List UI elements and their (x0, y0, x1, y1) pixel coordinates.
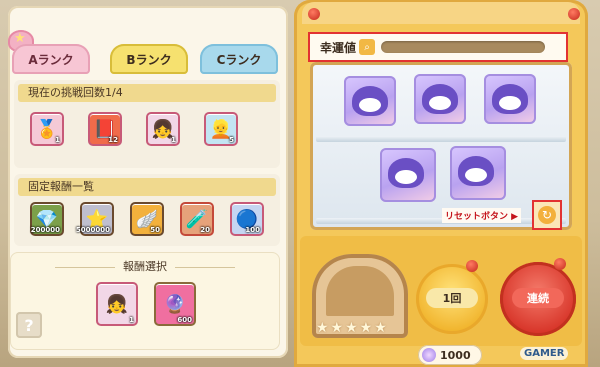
challenge-count-header: 現在の挑戦回数1/4 (18, 84, 276, 102)
single-draw-button[interactable]: 1回 (416, 264, 488, 334)
fixed-reward-item-4[interactable]: 🧪 20 (180, 202, 214, 236)
prize-hatch-door (326, 266, 394, 316)
shelf-top (316, 136, 566, 142)
fixed-rewards-section: 固定報酬一覧 💎 200000 ⭐ 5000000 🪽 50 🧪 20 🔵 10… (14, 174, 280, 246)
machine-knob-left (308, 8, 320, 20)
fixed-reward-item-2[interactable]: ⭐ 5000000 (76, 202, 114, 236)
challenge-item-4[interactable]: 👱 5 (204, 112, 238, 146)
item-count: 50 (150, 226, 160, 234)
luck-progress-track (381, 41, 546, 53)
pink-orb-icon: 🔮 (163, 293, 187, 315)
gamer-watermark: GAMER (520, 347, 569, 360)
luck-bar: 幸運値 ⌕ (308, 32, 568, 62)
machine-top (302, 2, 580, 24)
item-count: 1 (129, 316, 134, 324)
reset-button-label: リセットボタン ▶ (442, 208, 522, 223)
reset-button[interactable]: ↻ (532, 200, 562, 230)
item-count: 200000 (30, 226, 60, 234)
reward-select-item-1[interactable]: 👧 1 (96, 282, 138, 326)
hatch-stars: ★★★★★ (316, 320, 389, 336)
challenge-item-1[interactable]: 🏅 1 (30, 112, 64, 146)
item-count: 1 (55, 136, 60, 144)
button-knob-one (466, 260, 478, 272)
coin-icon (422, 348, 436, 362)
item-count: 600 (177, 316, 192, 324)
prize-card-4 (380, 148, 436, 202)
single-draw-label: 1回 (426, 288, 478, 308)
luck-label: 幸運値 (320, 40, 357, 55)
character-portrait-icon: 👧 (105, 293, 129, 315)
continuous-draw-button[interactable]: 連続 (500, 262, 576, 336)
search-icon[interactable]: ⌕ (359, 39, 376, 55)
button-knob-cont (554, 258, 566, 270)
tab-a-rank[interactable]: Aランク (12, 44, 90, 74)
machine-knob-right (568, 8, 580, 20)
currency-value: 1000 (440, 348, 471, 362)
item-count: 20 (200, 226, 210, 234)
shelf-bottom (316, 218, 566, 224)
prize-card-5 (450, 146, 506, 200)
continuous-draw-label: 連続 (512, 288, 564, 308)
reward-select-title: 報酬選択 (10, 258, 280, 274)
fixed-reward-item-5[interactable]: 🔵 100 (230, 202, 264, 236)
prize-card-3 (484, 74, 536, 124)
fixed-rewards-header: 固定報酬一覧 (18, 178, 276, 196)
reward-select-item-2[interactable]: 🔮 600 (154, 282, 196, 326)
fixed-reward-item-1[interactable]: 💎 200000 (30, 202, 64, 236)
reward-select-box: 報酬選択 👧 1 🔮 600 (10, 252, 280, 350)
prize-card-1 (344, 76, 396, 126)
currency-display: 1000 (418, 345, 482, 365)
item-count: 12 (108, 136, 118, 144)
tab-c-rank[interactable]: Cランク (200, 44, 278, 74)
challenge-section: 現在の挑戦回数1/4 🏅 1 📕 12 👧 1 👱 5 (14, 80, 280, 168)
tab-b-rank[interactable]: Bランク (110, 44, 188, 74)
help-button[interactable]: ? (16, 312, 42, 338)
prize-card-2 (414, 74, 466, 124)
item-count: 1 (171, 136, 176, 144)
item-count: 5000000 (75, 226, 110, 234)
challenge-item-3[interactable]: 👧 1 (146, 112, 180, 146)
item-count: 100 (245, 226, 260, 234)
item-count: 5 (229, 136, 234, 144)
fixed-reward-item-3[interactable]: 🪽 50 (130, 202, 164, 236)
refresh-icon: ↻ (538, 206, 556, 224)
challenge-item-2[interactable]: 📕 12 (88, 112, 122, 146)
